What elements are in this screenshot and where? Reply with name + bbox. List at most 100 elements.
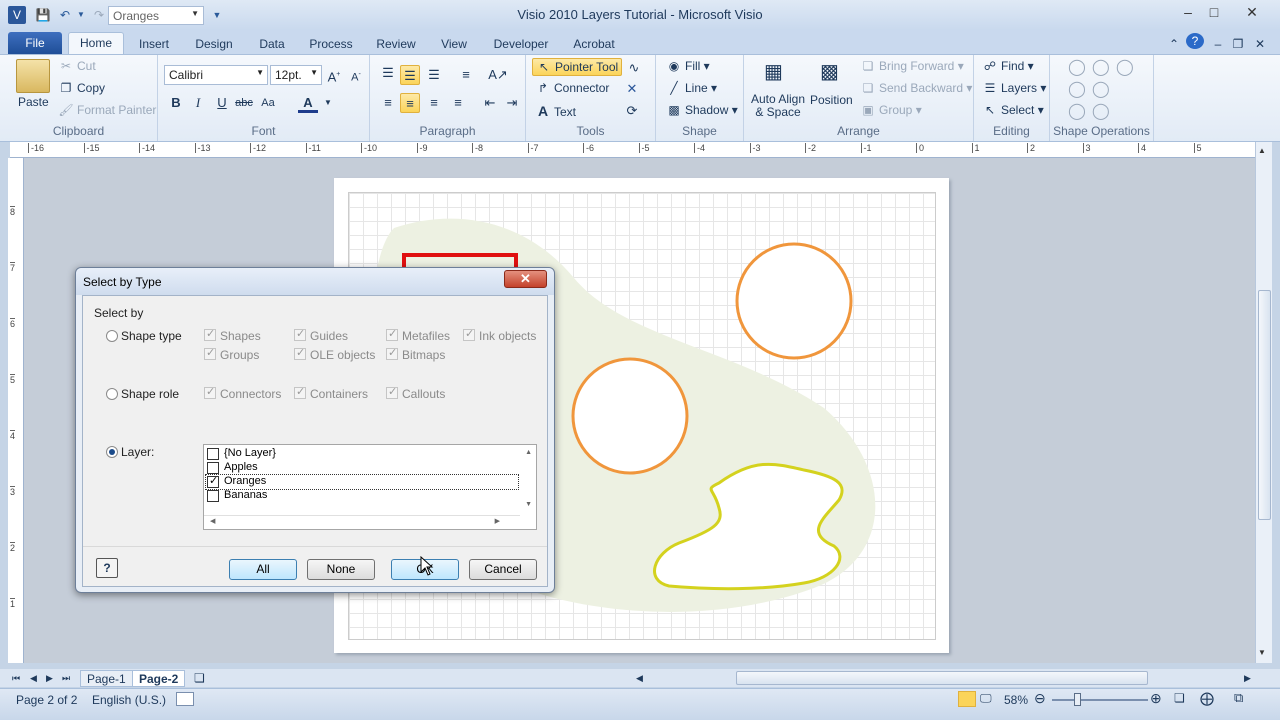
scroll-down-icon[interactable]: ▼	[1258, 648, 1266, 657]
font-family-combo[interactable]: Calibri ▼	[164, 65, 268, 85]
underline-icon[interactable]: U	[212, 93, 232, 113]
maximize-button[interactable]: □	[1198, 2, 1230, 22]
list-scroll-right-icon[interactable]: ▶	[495, 517, 500, 525]
help-icon[interactable]: ?	[1186, 33, 1204, 49]
fragment-icon[interactable]: ◯◯	[1068, 101, 1116, 121]
tab-design[interactable]: Design	[190, 34, 238, 54]
full-screen-icon[interactable]: 🖵	[980, 691, 992, 706]
align-middle-icon[interactable]: ☰	[400, 65, 420, 85]
copy-button[interactable]: ❐ Copy	[58, 81, 105, 95]
ole-objects-checkbox[interactable]	[294, 346, 306, 360]
shrink-font-icon[interactable]: A-	[346, 65, 366, 85]
text-direction-icon[interactable]: A↗	[488, 65, 508, 85]
italic-icon[interactable]: I	[188, 93, 208, 113]
layer-checkbox[interactable]	[207, 474, 219, 488]
page-tab-2[interactable]: Page-2	[132, 670, 186, 687]
layer-checkbox[interactable]	[207, 490, 219, 502]
layer-item-oranges[interactable]: Oranges	[205, 474, 519, 490]
change-case-icon[interactable]: Aa	[258, 93, 278, 113]
freeform-icon[interactable]: ∿	[624, 58, 644, 78]
minimize-ribbon-icon[interactable]: ⌃	[1166, 34, 1182, 54]
layer-item-no-layer[interactable]: {No Layer}	[206, 447, 518, 461]
doc-restore-icon[interactable]: ❐	[1230, 34, 1246, 54]
format-painter-button[interactable]: 🖌 Format Painter	[58, 103, 156, 117]
guides-checkbox[interactable]	[294, 327, 306, 341]
font-color-icon[interactable]: A	[298, 93, 318, 113]
vertical-scrollbar[interactable]: ▲ ▼	[1255, 142, 1272, 663]
doc-minimize-icon[interactable]: –	[1210, 34, 1226, 54]
layers-button[interactable]: ☰ Layers ▾	[982, 81, 1047, 95]
pointer-tool-button[interactable]: ↖ Pointer Tool	[532, 58, 623, 76]
none-button[interactable]: None	[307, 559, 375, 580]
tab-review[interactable]: Review	[372, 34, 420, 54]
language-indicator[interactable]: English (U.S.)	[92, 693, 166, 707]
align-center-icon[interactable]: ≡	[400, 93, 420, 113]
bitmaps-checkbox[interactable]	[386, 346, 398, 360]
layer-checkbox[interactable]	[207, 448, 219, 460]
shapes-checkbox[interactable]	[204, 327, 216, 341]
combine-icon[interactable]: ◯◯	[1068, 79, 1116, 99]
union-icon[interactable]: ◯◯◯	[1068, 57, 1140, 77]
tab-file[interactable]: File	[8, 32, 62, 54]
list-scroll-down-icon[interactable]: ▼	[525, 501, 532, 508]
cut-button[interactable]: ✂ Cut	[58, 59, 96, 73]
list-horizontal-scrollbar[interactable]: ◀ ▶	[204, 515, 520, 529]
align-top-icon[interactable]: ☰	[378, 63, 398, 83]
insert-page-icon[interactable]: ❏	[188, 670, 211, 687]
zoom-level[interactable]: 58%	[1004, 693, 1028, 707]
layer-checkbox[interactable]	[207, 462, 219, 474]
increase-indent-icon[interactable]: ⇥	[502, 93, 522, 113]
tab-process[interactable]: Process	[306, 34, 356, 54]
pan-zoom-icon[interactable]: ⨁	[1200, 690, 1214, 707]
fit-page-icon[interactable]: ❏	[1174, 691, 1185, 705]
bold-icon[interactable]: B	[166, 93, 186, 113]
containers-checkbox[interactable]	[294, 385, 306, 399]
layer-item-bananas[interactable]: Bananas	[206, 489, 518, 503]
fill-button[interactable]: ◉ Fill ▾	[666, 59, 710, 73]
align-bottom-icon[interactable]: ☰	[424, 65, 444, 85]
callouts-checkbox[interactable]	[386, 385, 398, 399]
auto-align-button[interactable]: Auto Align & Space	[750, 93, 806, 119]
tab-home[interactable]: Home	[68, 32, 124, 55]
groups-checkbox[interactable]	[204, 346, 216, 360]
strikethrough-icon[interactable]: abc	[234, 93, 254, 113]
line-button[interactable]: ╱ Line ▾	[666, 81, 717, 95]
font-color-dropdown-icon[interactable]: ▼	[318, 93, 338, 113]
vertical-ruler[interactable]: 8 7 6 5 4 3 2 1	[8, 158, 24, 663]
last-page-icon[interactable]: ⏭	[56, 670, 76, 687]
layer-list[interactable]: {No Layer} Apples Oranges Bananas ▲ ▼ ◀ …	[203, 444, 537, 530]
grow-font-icon[interactable]: A+	[324, 65, 344, 85]
layer-item-apples[interactable]: Apples	[206, 461, 518, 475]
shape-type-radio[interactable]	[106, 330, 118, 342]
layer-label[interactable]: Layer:	[121, 445, 154, 459]
metafiles-checkbox[interactable]	[386, 327, 398, 341]
horizontal-ruler[interactable]: -16 -15 -14 -13 -12 -11 -10 -9 -8 -7 -6 -5 -4 -3 -2 -1 0…	[10, 142, 1255, 158]
select-button[interactable]: ↖ Select ▾	[982, 103, 1044, 117]
dialog-close-button[interactable]: ✕	[504, 270, 547, 288]
tab-acrobat[interactable]: Acrobat	[568, 34, 620, 54]
tab-developer[interactable]: Developer	[490, 34, 552, 54]
list-scroll-left-icon[interactable]: ◀	[210, 517, 215, 525]
shape-type-label[interactable]: Shape type	[121, 329, 182, 343]
connection-point-icon[interactable]: ✕	[622, 79, 642, 99]
connector-button[interactable]: ↱ Connector	[535, 81, 609, 95]
bullets-icon[interactable]: ≡	[456, 65, 476, 85]
position-button[interactable]: Position	[810, 93, 853, 107]
tab-view[interactable]: View	[436, 34, 472, 54]
paste-button[interactable]: Paste	[18, 95, 49, 109]
horizontal-scroll-thumb[interactable]	[736, 671, 1148, 685]
decrease-indent-icon[interactable]: ⇤	[480, 93, 500, 113]
bring-forward-button[interactable]: ❏ Bring Forward ▾	[860, 59, 964, 73]
scroll-up-icon[interactable]: ▲	[1258, 146, 1266, 155]
font-size-combo[interactable]: 12pt. ▼	[270, 65, 322, 85]
paste-icon[interactable]	[16, 59, 50, 93]
help-button[interactable]: ?	[96, 558, 118, 578]
scroll-right-icon[interactable]: ▶	[1238, 670, 1257, 687]
justify-icon[interactable]: ≡	[448, 93, 468, 113]
list-scroll-up-icon[interactable]: ▲	[525, 449, 532, 456]
zoom-slider-thumb[interactable]	[1074, 693, 1081, 706]
macro-icon[interactable]	[176, 692, 194, 706]
page-tab-1[interactable]: Page-1	[80, 670, 133, 687]
layer-radio[interactable]	[106, 446, 118, 458]
align-right-icon[interactable]: ≡	[424, 93, 444, 113]
